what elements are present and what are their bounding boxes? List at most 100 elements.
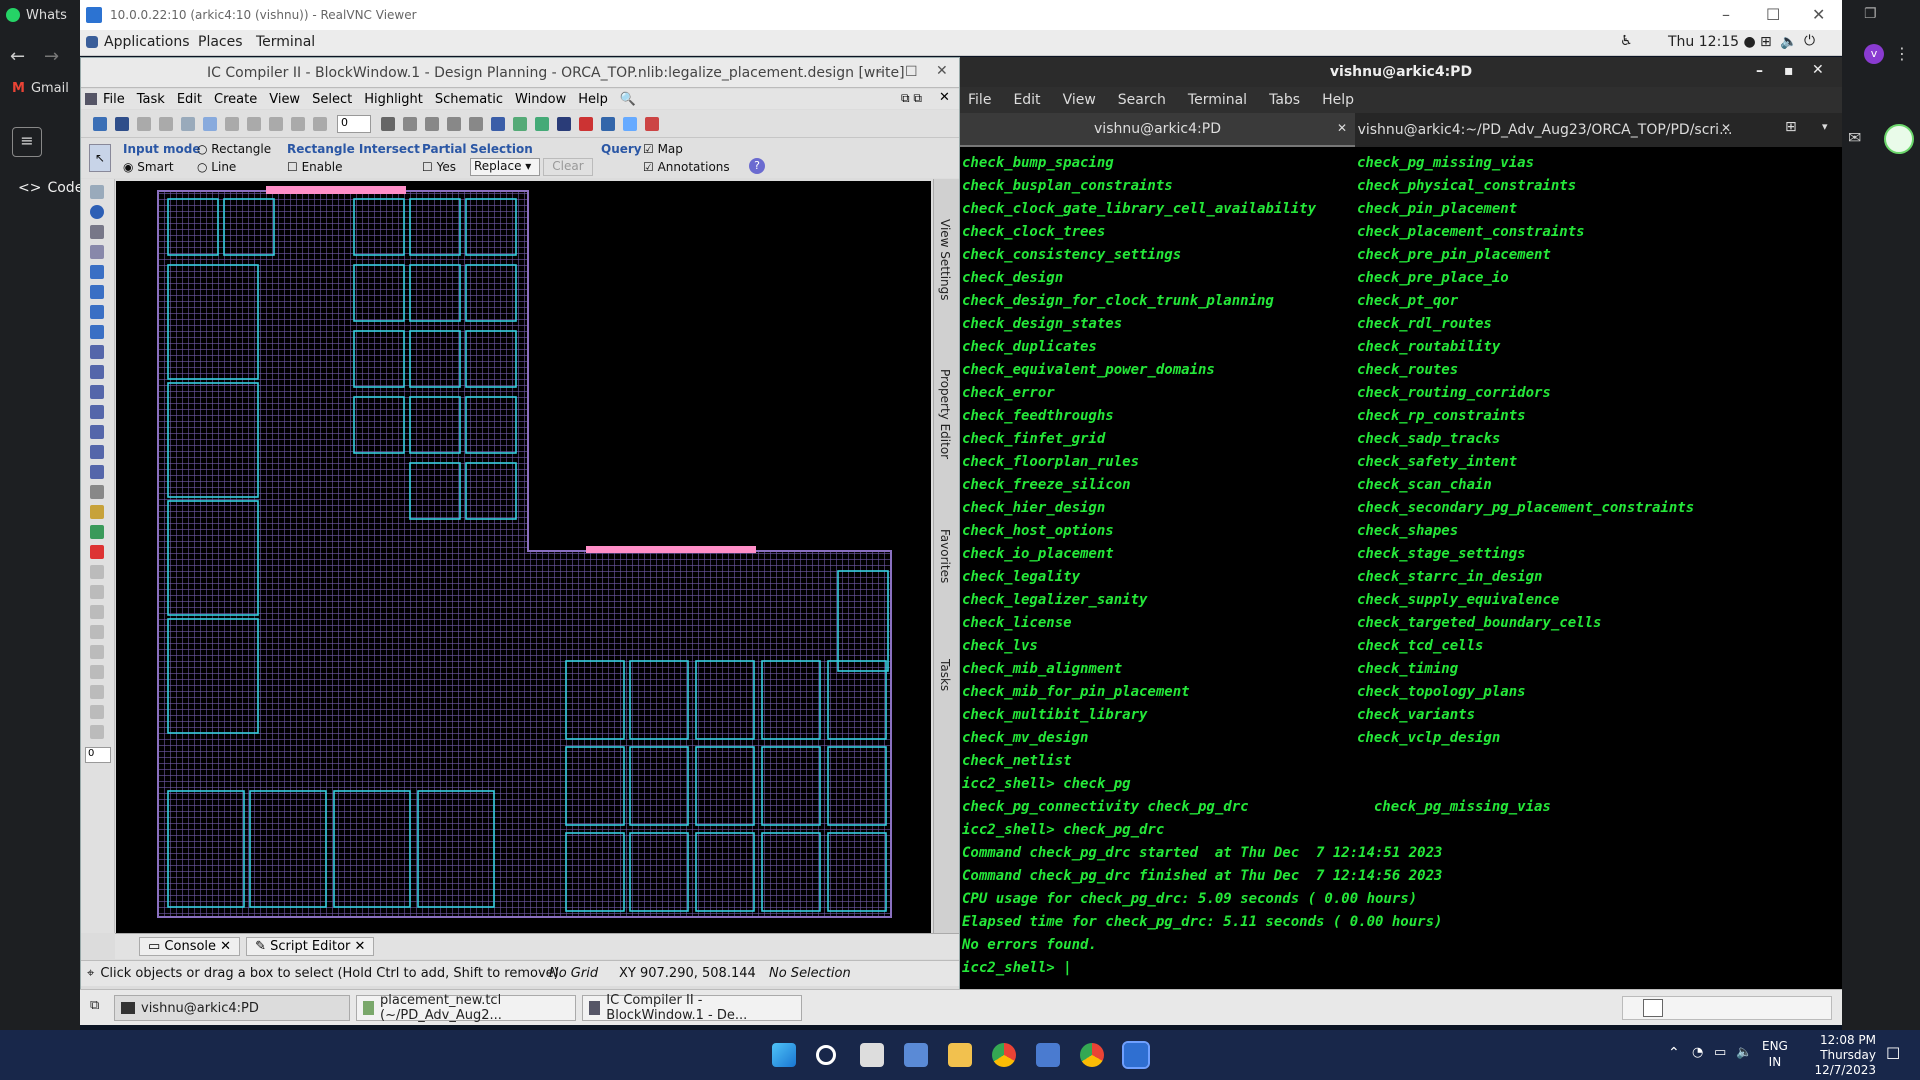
eraser-icon[interactable] (90, 645, 104, 659)
terminal-maximize-icon[interactable]: ▪ (1784, 63, 1794, 79)
icc2-close-icon[interactable]: ✕ (936, 63, 948, 79)
copy-icon[interactable] (90, 425, 104, 439)
tool-icon-4[interactable] (447, 116, 461, 131)
terminal-output[interactable]: check_bump_spacing check_pg_missing_vias c… (962, 152, 1838, 982)
chrome-icon[interactable] (992, 1043, 1016, 1067)
marker-icon[interactable] (90, 725, 104, 739)
error-icon[interactable] (645, 116, 659, 131)
resize-icon[interactable] (90, 325, 104, 339)
region-icon[interactable] (90, 665, 104, 679)
left-tool-value-field[interactable]: 0 (85, 747, 111, 763)
clear-button[interactable]: Clear (543, 158, 593, 176)
more-menu-icon[interactable]: ⋮ (1894, 44, 1910, 63)
tool-icon-5[interactable] (469, 116, 483, 131)
box-icon[interactable] (90, 685, 104, 699)
rotate-icon[interactable] (247, 116, 261, 131)
pointer-icon[interactable] (90, 185, 104, 199)
terminal-launcher[interactable]: Terminal (256, 34, 315, 50)
gmail-bookmark[interactable]: M Gmail (12, 81, 69, 96)
view-settings-tab[interactable]: View Settings (938, 219, 952, 301)
zoom-value-field[interactable]: 0 (337, 114, 371, 133)
search-icon[interactable]: 🔍 (620, 92, 636, 107)
select-mode-icon[interactable] (181, 116, 195, 131)
page-icon[interactable] (90, 605, 104, 619)
enable-checkbox[interactable]: ☐ Enable (287, 160, 342, 174)
menu-create[interactable]: Create (214, 92, 257, 107)
mail-icon[interactable]: ✉ (1848, 128, 1861, 147)
property-editor-tab[interactable]: Property Editor (938, 369, 952, 459)
terminal-tab-2[interactable]: vishnu@arkic4:~/PD_Adv_Aug23/ORCA_TOP/PD… (1355, 113, 1735, 147)
term-menu-file[interactable]: File (968, 92, 991, 108)
script-editor-tab[interactable]: ✎ Script Editor ✕ (246, 937, 375, 956)
unlock-icon[interactable] (90, 585, 104, 599)
network-app-icon[interactable] (904, 1043, 928, 1067)
wifi-icon[interactable]: ◔ (1692, 1045, 1703, 1060)
favorites-tab[interactable]: Favorites (938, 529, 952, 583)
info-icon[interactable] (90, 205, 104, 219)
measure-icon[interactable] (90, 505, 104, 519)
menu-view[interactable]: View (269, 92, 300, 107)
code-tab[interactable]: <> Code (18, 180, 83, 196)
forward-arrow-icon[interactable]: → (44, 46, 59, 67)
restore-icon[interactable]: ❐ (1864, 6, 1877, 22)
vnc-viewer-icon[interactable] (1122, 1041, 1150, 1069)
flip-icon[interactable] (269, 116, 283, 131)
language-indicator[interactable]: ENG IN (1762, 1038, 1788, 1070)
undo-icon[interactable] (291, 116, 305, 131)
redo-icon[interactable] (313, 116, 327, 131)
chat-icon[interactable] (491, 116, 505, 131)
line-radio[interactable]: ○ Line (197, 160, 236, 174)
tab-list-icon[interactable]: ▾ (1822, 120, 1828, 133)
term-menu-help[interactable]: Help (1322, 92, 1354, 108)
vnc-close-icon[interactable]: ✕ (1812, 5, 1825, 24)
rectangle-radio[interactable]: ○ Rectangle (197, 142, 271, 156)
windows-start-icon[interactable] (772, 1043, 796, 1067)
tab-close-icon[interactable]: ✕ (1721, 121, 1731, 135)
user-avatar[interactable] (1884, 124, 1914, 154)
tasks-tab[interactable]: Tasks (938, 659, 952, 691)
help-icon[interactable]: ? (749, 158, 765, 174)
term-menu-edit[interactable]: Edit (1013, 92, 1040, 108)
partial-yes-checkbox[interactable]: ☐ Yes (422, 160, 456, 174)
selection-dropdown[interactable]: Replace ▾ (470, 158, 540, 176)
probe-icon[interactable] (90, 705, 104, 719)
text-tool-icon[interactable] (90, 465, 104, 479)
layer-icon[interactable] (90, 485, 104, 499)
term-menu-terminal[interactable]: Terminal (1188, 92, 1247, 108)
volume-icon[interactable]: 🔈 (1780, 34, 1797, 50)
task-terminal[interactable]: vishnu@arkic4:PD (114, 995, 350, 1021)
layout-canvas[interactable] (116, 181, 931, 933)
chrome-profile-icon[interactable] (1080, 1043, 1104, 1067)
icc2-menu-close-icon[interactable]: ✕ (939, 90, 950, 105)
route-icon[interactable] (90, 525, 104, 539)
tool-icon-1[interactable] (381, 116, 395, 131)
profile-avatar[interactable]: v (1864, 44, 1884, 64)
menu-highlight[interactable]: Highlight (364, 92, 423, 107)
power-icon[interactable]: ⏻ (1804, 33, 1815, 49)
dock-icons[interactable]: ⧉ ⧉ (901, 91, 922, 106)
snap-icon[interactable] (90, 385, 104, 399)
delete-icon[interactable] (159, 116, 173, 131)
cell-icon[interactable] (90, 405, 104, 419)
search-taskbar-icon[interactable] (816, 1045, 836, 1065)
speaker-icon[interactable]: 🔈 (1736, 1045, 1752, 1060)
panel-clock[interactable]: Thu 12:15 ● (1668, 34, 1756, 50)
array-icon[interactable] (90, 445, 104, 459)
tray-chevron-icon[interactable]: ⌃ (1668, 1045, 1680, 1061)
check-icon[interactable] (623, 116, 637, 131)
report-icon[interactable] (601, 116, 615, 131)
tree-icon[interactable] (513, 116, 527, 131)
menu-edit[interactable]: Edit (177, 92, 202, 107)
hamburger-menu-icon[interactable]: ≡ (12, 127, 42, 157)
vnc-maximize-icon[interactable]: ☐ (1766, 5, 1780, 24)
lock-icon[interactable] (90, 565, 104, 579)
term-menu-search[interactable]: Search (1118, 92, 1166, 108)
pan-icon[interactable] (90, 265, 104, 279)
move-tool-icon[interactable] (90, 285, 104, 299)
icc2-maximize-icon[interactable]: ☐ (905, 64, 918, 80)
smart-radio[interactable]: ◉ Smart (123, 160, 174, 174)
distribute-icon[interactable] (90, 365, 104, 379)
brush-icon[interactable] (90, 625, 104, 639)
menu-task[interactable]: Task (137, 92, 165, 107)
security-icon[interactable] (1036, 1043, 1060, 1067)
